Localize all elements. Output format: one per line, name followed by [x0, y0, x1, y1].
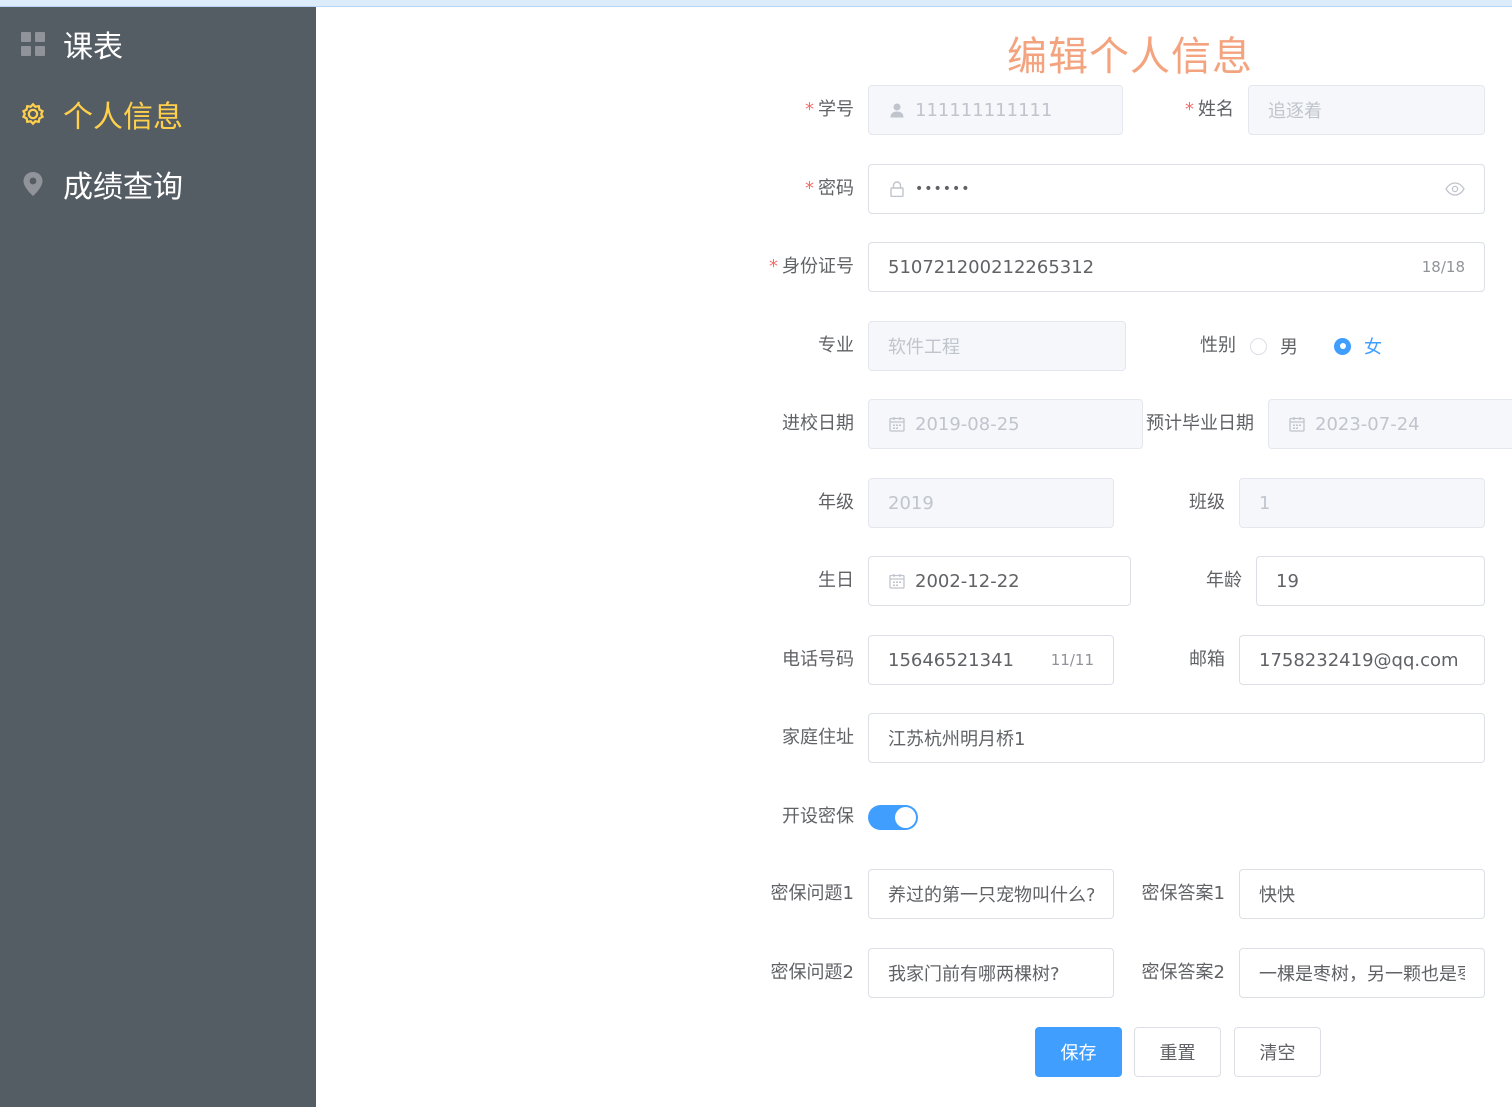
- security-answer1-field[interactable]: 快快: [1239, 869, 1485, 919]
- address-field[interactable]: 江苏杭州明月桥1: [868, 713, 1485, 763]
- name-field[interactable]: 追逐着: [1248, 85, 1485, 135]
- gender-radio-female[interactable]: 女: [1334, 333, 1382, 359]
- sidebar-item-label: 课表: [63, 30, 123, 65]
- user-icon: [888, 101, 906, 119]
- age-field[interactable]: 19: [1256, 556, 1485, 606]
- gear-icon: [20, 101, 46, 127]
- phone-field[interactable]: 15646521341 11/11: [868, 635, 1114, 685]
- gender-radio-group: 男 女: [1250, 321, 1418, 371]
- char-counter: 11/11: [1050, 651, 1094, 669]
- sidebar-item-personal-info[interactable]: 个人信息: [0, 79, 316, 149]
- clear-button[interactable]: 清空: [1234, 1027, 1321, 1077]
- required-mark: *: [1185, 99, 1194, 120]
- required-mark: *: [769, 256, 778, 277]
- enroll-date-picker[interactable]: 2019-08-25: [868, 399, 1143, 449]
- security-toggle-switch[interactable]: [868, 805, 918, 830]
- lock-icon: [888, 180, 906, 198]
- password-label: * 密码: [805, 178, 854, 199]
- sidebar: 课表 个人信息 成绩查询: [0, 7, 316, 1107]
- grad-date-label: 预计毕业日期: [1146, 413, 1254, 434]
- char-counter: 18/18: [1421, 258, 1465, 276]
- grade-field[interactable]: 2019: [868, 478, 1114, 528]
- password-field[interactable]: ••••••: [868, 164, 1485, 214]
- enroll-date-label: 进校日期: [782, 413, 854, 434]
- eye-icon[interactable]: [1445, 182, 1465, 196]
- sidebar-item-timetable[interactable]: 课表: [0, 9, 316, 79]
- security-question1-field[interactable]: 养过的第一只宠物叫什么?: [868, 869, 1114, 919]
- major-field[interactable]: 软件工程: [868, 321, 1126, 371]
- sidebar-item-grades[interactable]: 成绩查询: [0, 149, 316, 219]
- sidebar-item-label: 成绩查询: [63, 170, 183, 205]
- reset-button[interactable]: 重置: [1134, 1027, 1221, 1077]
- security-question2-label: 密保问题2: [770, 962, 854, 983]
- birthday-label: 生日: [818, 570, 854, 591]
- sidebar-item-label: 个人信息: [63, 100, 183, 135]
- security-toggle-label: 开设密保: [782, 806, 854, 827]
- class-field[interactable]: 1: [1239, 478, 1485, 528]
- student-id-field[interactable]: 111111111111: [868, 85, 1123, 135]
- age-label: 年龄: [1206, 570, 1242, 591]
- security-question2-field[interactable]: 我家门前有哪两棵树?: [868, 948, 1114, 998]
- security-answer1-label: 密保答案1: [1141, 883, 1225, 904]
- top-border: [0, 0, 1512, 7]
- id-number-label: * 身份证号: [769, 256, 854, 277]
- gender-label: 性别: [1200, 335, 1236, 356]
- student-id-label: * 学号: [805, 99, 854, 120]
- required-mark: *: [805, 178, 814, 199]
- gender-radio-male[interactable]: 男: [1250, 333, 1298, 359]
- radio-circle: [1250, 337, 1267, 355]
- save-button[interactable]: 保存: [1035, 1027, 1122, 1077]
- birthday-picker[interactable]: 2002-12-22: [868, 556, 1131, 606]
- security-answer2-field[interactable]: 一棵是枣树，另一颗也是枣树: [1239, 948, 1485, 998]
- radio-circle: [1334, 337, 1351, 355]
- email-label: 邮箱: [1189, 649, 1225, 670]
- page-title: 编辑个人信息: [1007, 34, 1253, 80]
- location-pin-icon: [20, 171, 46, 197]
- security-answer2-label: 密保答案2: [1141, 962, 1225, 983]
- class-label: 班级: [1189, 492, 1225, 513]
- grid-icon: [20, 31, 46, 57]
- major-label: 专业: [818, 335, 854, 356]
- grad-date-picker[interactable]: 2023-07-24: [1268, 399, 1512, 449]
- address-label: 家庭住址: [782, 727, 854, 748]
- calendar-icon: [888, 572, 906, 590]
- grade-label: 年级: [818, 492, 854, 513]
- required-mark: *: [805, 99, 814, 120]
- calendar-icon: [888, 415, 906, 433]
- id-number-field[interactable]: 510721200212265312 18/18: [868, 242, 1485, 292]
- security-question1-label: 密保问题1: [770, 883, 854, 904]
- switch-knob: [895, 807, 916, 828]
- name-label: * 姓名: [1185, 99, 1234, 120]
- phone-label: 电话号码: [782, 649, 854, 670]
- email-field[interactable]: 1758232419@qq.com: [1239, 635, 1485, 685]
- calendar-icon: [1288, 415, 1306, 433]
